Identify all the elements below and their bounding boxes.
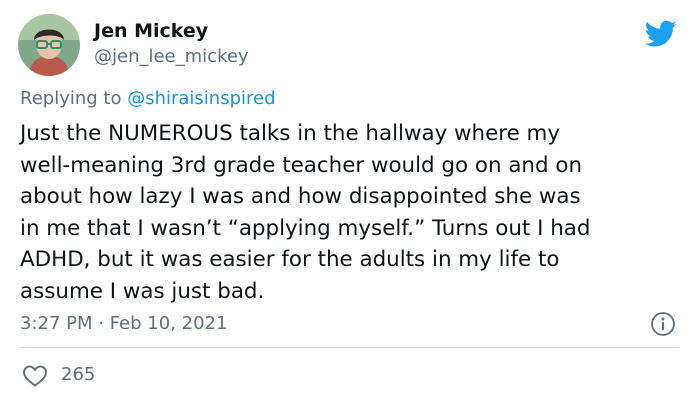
tweet-text: Just the NUMEROUS talks in the hallway w… — [20, 118, 680, 308]
info-icon[interactable] — [650, 311, 676, 337]
tweet-timestamp[interactable]: 3:27 PM · Feb 10, 2021 — [20, 313, 227, 334]
reply-mention-link[interactable]: @shiraisinspired — [127, 88, 275, 109]
tweet-card: Jen Mickey @jen_lee_mickey Replying to @… — [0, 0, 700, 402]
tweet-text-line: Just the NUMEROUS talks in the hallway w… — [20, 121, 561, 146]
like-count: 265 — [61, 364, 96, 385]
tweet-text-line: about how lazy I was and how disappointe… — [20, 184, 581, 210]
user-handle[interactable]: @jen_lee_mickey — [94, 46, 249, 67]
tweet-text-line: well-meaning 3rd grade teacher would go … — [20, 152, 583, 178]
avatar[interactable] — [18, 14, 80, 76]
divider — [20, 347, 680, 348]
avatar-image — [18, 14, 80, 76]
heart-icon[interactable] — [22, 364, 48, 388]
reply-context: Replying to @shiraisinspired — [20, 88, 276, 109]
display-name[interactable]: Jen Mickey — [94, 20, 208, 42]
reply-prefix: Replying to — [20, 88, 128, 109]
tweet-text-line: ADHD, but it was easier for the adults i… — [20, 247, 560, 273]
tweet-text-line: in me that I wasn’t “applying myself.” T… — [20, 215, 591, 241]
tweet-text-line: assume I was just bad. — [20, 278, 265, 304]
twitter-bird-icon[interactable] — [644, 20, 677, 48]
